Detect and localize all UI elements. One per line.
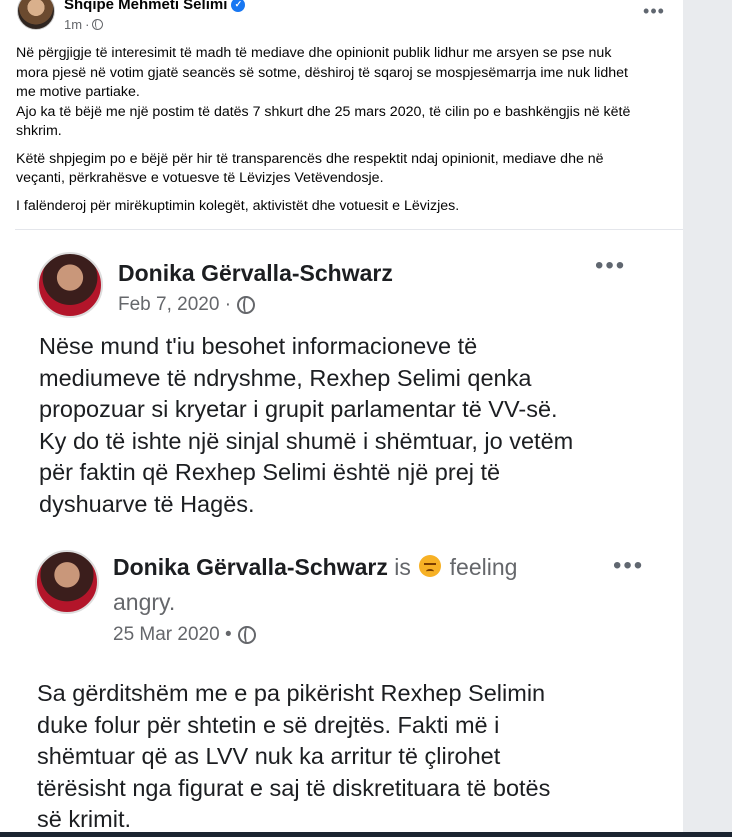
more-options-icon[interactable]: •••	[640, 2, 668, 24]
embedded-author-name-row: Donika Gërvalla-Schwarz is feeling	[113, 554, 518, 580]
embedded-avatar	[37, 252, 103, 318]
facebook-post: Shqipe Mehmeti Selimi ✓ 1m · ••• Në përg…	[0, 0, 683, 837]
attached-image[interactable]: Donika Gërvalla-Schwarz Feb 7, 2020 · ••…	[15, 229, 683, 837]
verified-badge-icon: ✓	[231, 0, 246, 12]
author-name-row: Shqipe Mehmeti Selimi ✓	[64, 0, 246, 13]
post-paragraph: I falënderoj për mirëkuptimin kolegët, a…	[16, 197, 460, 214]
embedded-post-date: Feb 7, 2020 ·	[118, 294, 256, 316]
more-options-icon: •••	[613, 552, 645, 579]
author-avatar[interactable]	[17, 0, 55, 30]
feeling-text: angry.	[113, 589, 176, 615]
embedded-avatar	[35, 550, 99, 614]
post-text: Në përgjigje të interesimit të madh të m…	[16, 44, 671, 224]
author-name[interactable]: Shqipe Mehmeti Selimi	[64, 0, 227, 13]
embedded-author-name: Donika Gërvalla-Schwarz	[118, 260, 393, 286]
globe-icon	[237, 296, 256, 314]
post-meta: 1m ·	[64, 17, 104, 32]
embedded-post-date: 25 Mar 2020 •	[113, 624, 256, 646]
globe-icon	[92, 19, 104, 30]
post-paragraph: Në përgjigje të interesimit të madh të m…	[16, 45, 631, 139]
globe-icon	[237, 626, 256, 644]
post-paragraph: Këtë shpjegim po e bëjë për hir të trans…	[16, 150, 604, 187]
post-time[interactable]: 1m	[64, 17, 82, 32]
angry-emoji-icon	[419, 555, 442, 577]
taskbar	[0, 832, 732, 837]
more-options-icon: •••	[595, 252, 627, 279]
embedded-post-text: Sa gërditshëm me e pa pikërisht Rexhep S…	[37, 680, 551, 832]
embedded-post-text: Nëse mund t'iu besohet informacioneve të…	[39, 333, 574, 517]
